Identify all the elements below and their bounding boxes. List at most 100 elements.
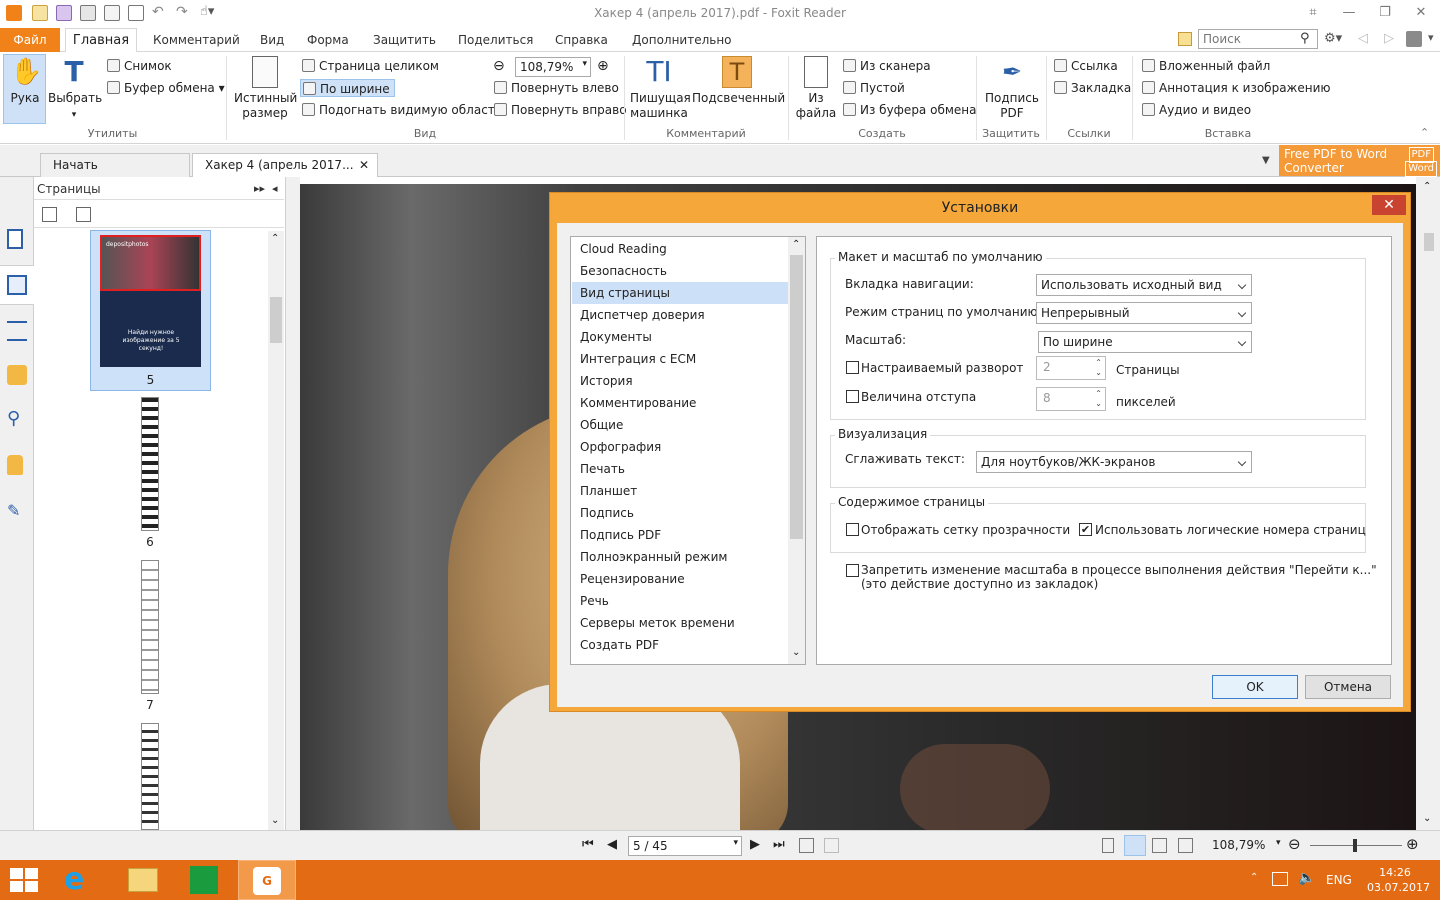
panel-splitter[interactable] — [286, 177, 300, 830]
bookmark-button[interactable]: Закладка — [1054, 79, 1131, 97]
category-item[interactable]: Речь — [572, 590, 788, 612]
thumbnail-page[interactable] — [141, 723, 159, 830]
forward-icon[interactable]: ▷ — [1384, 31, 1394, 46]
single-page-icon[interactable] — [1102, 838, 1114, 853]
prevent-zoom-checkbox[interactable] — [846, 564, 859, 577]
comments-icon[interactable] — [7, 365, 27, 385]
category-item[interactable]: Создать PDF — [572, 634, 788, 656]
category-item[interactable]: Планшет — [572, 480, 788, 502]
continuous-page-icon[interactable] — [1124, 835, 1146, 856]
zoom-slider-thumb[interactable] — [1353, 839, 1357, 852]
minimize-button[interactable]: — — [1338, 4, 1360, 22]
file-explorer-icon[interactable] — [128, 868, 158, 892]
cancel-button[interactable]: Отмена — [1305, 675, 1391, 699]
zoom-out-icon[interactable]: ⊖ — [1288, 835, 1301, 853]
next-page-icon[interactable]: ▶ — [750, 837, 760, 852]
hand-tool-button[interactable]: ✋ Рука — [6, 56, 44, 106]
collapse-ribbon-icon[interactable]: ⌃ — [1420, 126, 1429, 139]
nav-tab-select[interactable]: Использовать исходный вид — [1036, 274, 1252, 296]
pages-icon[interactable] — [7, 275, 27, 295]
rotate-left-button[interactable]: Повернуть влево — [494, 79, 619, 97]
first-page-icon[interactable]: ⏮ — [582, 837, 594, 852]
category-item[interactable]: Диспетчер доверия — [572, 304, 788, 326]
transparency-grid-checkbox[interactable] — [846, 523, 859, 536]
network-icon[interactable] — [1272, 872, 1288, 886]
internet-explorer-icon[interactable]: e — [64, 864, 98, 896]
tab-share[interactable]: Поделиться — [458, 33, 533, 47]
zoom-in-icon[interactable]: ⊕ — [597, 57, 609, 75]
bookmarks-icon[interactable] — [7, 229, 23, 249]
category-item[interactable]: Серверы меток времени — [572, 612, 788, 634]
restore-button[interactable]: ❐ — [1374, 4, 1396, 22]
tab-list-dropdown-icon[interactable]: ▼ — [1262, 155, 1270, 166]
prev-page-icon[interactable]: ◀ — [607, 837, 617, 852]
layers-icon[interactable] — [7, 321, 27, 341]
document-scrollbar[interactable]: ⌃ ⌄ — [1416, 177, 1440, 830]
thumbnail-selected[interactable]: depositphotos Найди нужное изображение з… — [90, 230, 211, 391]
ok-button[interactable]: OK — [1212, 675, 1298, 699]
rotate-right-button[interactable]: Повернуть вправо — [494, 101, 627, 119]
scroll-down-icon[interactable]: ⌄ — [271, 815, 279, 826]
close-button[interactable]: ✕ — [1410, 4, 1432, 22]
zoom-dropdown-icon[interactable]: ▾ — [1276, 838, 1281, 848]
scroll-up-icon[interactable]: ⌃ — [1423, 181, 1431, 192]
promo-banner[interactable]: Free PDF to Word Converter PDF Word — [1279, 145, 1440, 177]
tab-view[interactable]: Вид — [260, 33, 284, 47]
scroll-thumb[interactable] — [790, 255, 803, 539]
link-button[interactable]: Ссылка — [1054, 57, 1118, 75]
category-item[interactable]: Комментирование — [572, 392, 788, 414]
category-item[interactable]: Безопасность — [572, 260, 788, 282]
blank-button[interactable]: Пустой — [843, 79, 905, 97]
tray-expand-icon[interactable]: ⌃ — [1250, 872, 1258, 883]
dialog-close-button[interactable]: ✕ — [1372, 195, 1406, 215]
panel-collapse-icon[interactable]: ◂ — [272, 182, 278, 195]
last-page-icon[interactable]: ⏭ — [773, 837, 785, 852]
category-item[interactable]: Орфография — [572, 436, 788, 458]
language-indicator[interactable]: ENG — [1326, 873, 1352, 887]
sign-pdf-button[interactable]: ✒ Подпись PDF — [982, 56, 1042, 121]
page-mode-select[interactable]: Непрерывный — [1036, 302, 1252, 324]
category-item[interactable]: Общие — [572, 414, 788, 436]
tab-document[interactable]: Хакер 4 (апрель 2017... ✕ — [192, 153, 378, 177]
panel-expand-icon[interactable]: ▸▸ — [254, 182, 265, 195]
category-item[interactable]: Вид страницы — [572, 282, 788, 304]
category-item[interactable]: Cloud Reading — [572, 238, 788, 260]
indent-spinner[interactable]: 8 ⌃ ⌄ — [1036, 387, 1106, 411]
tab-extra[interactable]: Дополнительно — [632, 33, 732, 47]
tab-start[interactable]: Начать — [40, 153, 190, 177]
zoom-out-icon[interactable]: ⊖ — [493, 57, 505, 75]
tab-help[interactable]: Справка — [555, 33, 608, 47]
category-item[interactable]: Подпись PDF — [572, 524, 788, 546]
category-item[interactable]: Рецензирование — [572, 568, 788, 590]
smooth-text-select[interactable]: Для ноутбуков/ЖК-экранов — [976, 451, 1252, 473]
category-item[interactable]: История — [572, 370, 788, 392]
custom-spread-checkbox[interactable] — [846, 361, 859, 374]
fit-visible-button[interactable]: Подогнать видимую область — [302, 101, 502, 119]
volume-icon[interactable]: 🔈 — [1298, 870, 1315, 886]
previous-view-icon[interactable] — [799, 838, 814, 853]
clipboard-button[interactable]: Буфер обмена ▾ — [107, 79, 225, 97]
attach-file-button[interactable]: Вложенный файл — [1142, 57, 1270, 75]
zoom-combo[interactable]: 108,79% ▾ — [515, 57, 591, 77]
scroll-thumb[interactable] — [270, 297, 282, 343]
scroll-up-icon[interactable]: ⌃ — [271, 233, 279, 244]
reduce-thumbnails-icon[interactable] — [76, 207, 91, 222]
facing-page-icon[interactable] — [1152, 838, 1167, 853]
attachments-icon[interactable]: ⚲ — [7, 409, 27, 429]
find-folder-icon[interactable] — [1178, 32, 1192, 46]
actual-size-button[interactable]: Истинный размер — [234, 56, 297, 121]
tab-home[interactable]: Главная — [65, 28, 137, 53]
start-windows-icon[interactable] — [10, 868, 38, 892]
zoom-select[interactable]: По ширине — [1038, 331, 1252, 353]
file-menu[interactable]: Файл — [0, 28, 60, 52]
zoom-in-icon[interactable]: ⊕ — [1406, 835, 1419, 853]
thumbnail-page[interactable] — [141, 397, 159, 531]
signature-icon[interactable]: ✎ — [7, 501, 27, 521]
tab-comment[interactable]: Комментарий — [153, 33, 240, 47]
category-item[interactable]: Полноэкранный режим — [572, 546, 788, 568]
ribbon-options-icon[interactable]: ⌗ — [1302, 4, 1324, 22]
typewriter-button[interactable]: TI Пишущая машинка — [630, 56, 691, 121]
scroll-down-icon[interactable]: ⌄ — [792, 647, 800, 658]
continuous-facing-icon[interactable] — [1178, 838, 1193, 853]
category-item[interactable]: Интеграция с ECM — [572, 348, 788, 370]
